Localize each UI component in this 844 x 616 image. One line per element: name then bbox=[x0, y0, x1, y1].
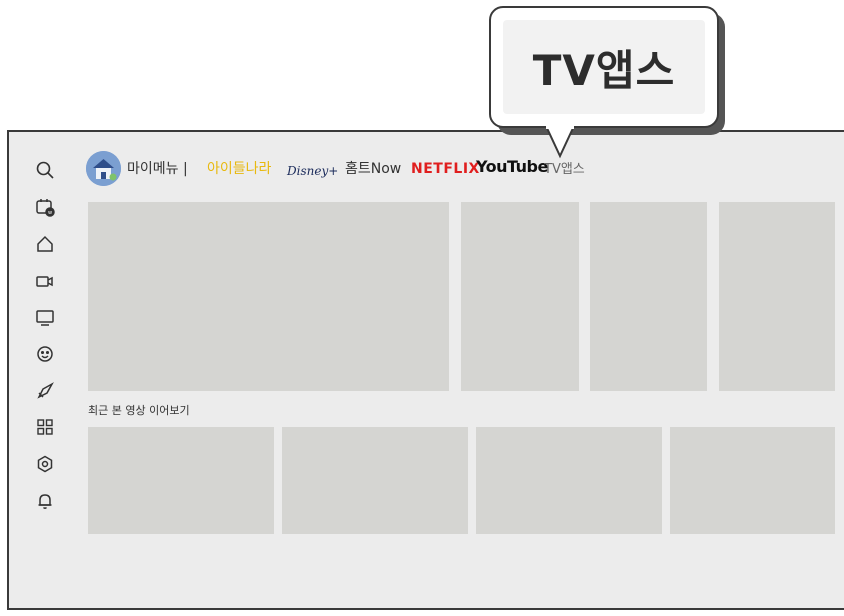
continue-watching-tile[interactable] bbox=[282, 427, 468, 534]
featured-tile[interactable] bbox=[590, 202, 707, 391]
callout-text: TV앱스 bbox=[503, 20, 705, 114]
section-title-continue-watching: 최근 본 영상 이어보기 bbox=[88, 404, 190, 417]
callout-pointer bbox=[545, 126, 575, 159]
featured-tile[interactable] bbox=[719, 202, 835, 391]
house-icon bbox=[86, 151, 121, 186]
home-icon[interactable] bbox=[34, 233, 56, 255]
search-icon[interactable] bbox=[34, 159, 56, 181]
calendar-icon[interactable]: w bbox=[34, 196, 56, 218]
callout-bubble: TV앱스 bbox=[489, 6, 719, 128]
avatar[interactable] bbox=[86, 151, 121, 186]
bell-icon[interactable] bbox=[34, 490, 56, 512]
menu-my-menu[interactable]: 마이메뉴 | bbox=[127, 160, 188, 178]
grid-icon[interactable] bbox=[34, 416, 56, 438]
featured-tile[interactable] bbox=[461, 202, 579, 391]
continue-watching-tile[interactable] bbox=[476, 427, 662, 534]
continue-watching-tile[interactable] bbox=[88, 427, 274, 534]
menu-disney-plus[interactable]: Disney+ bbox=[287, 162, 338, 180]
svg-text:w: w bbox=[48, 210, 52, 216]
rocket-icon[interactable] bbox=[34, 380, 56, 402]
smiley-icon[interactable] bbox=[34, 343, 56, 365]
camera-icon[interactable] bbox=[34, 270, 56, 292]
continue-watching-tile[interactable] bbox=[670, 427, 835, 534]
monitor-icon[interactable] bbox=[34, 306, 56, 328]
menu-netflix[interactable]: NETFLIX bbox=[411, 160, 480, 178]
menu-kids[interactable]: 아이들나라 bbox=[207, 160, 271, 178]
featured-tile-main[interactable] bbox=[88, 202, 449, 391]
menu-tv-apps[interactable]: TV앱스 bbox=[544, 161, 585, 179]
menu-youtube[interactable]: YouTube bbox=[476, 158, 548, 176]
settings-icon[interactable] bbox=[34, 453, 56, 475]
menu-home-training[interactable]: 홈트Now bbox=[345, 160, 401, 178]
